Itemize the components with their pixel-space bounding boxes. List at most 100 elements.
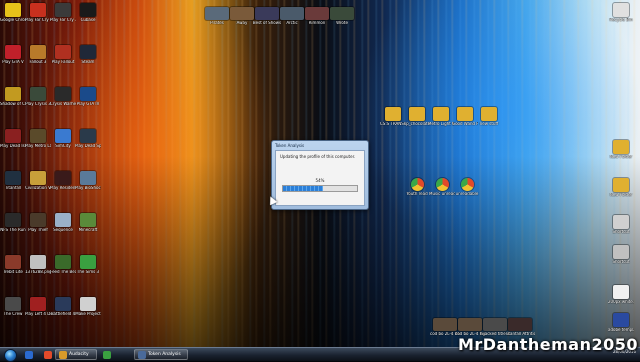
desktop-icon-label: Play Metro Last Light [25, 144, 51, 148]
taskbar-item[interactable]: Token Analysis [134, 349, 188, 360]
app-icon [460, 178, 474, 191]
app-icon [255, 7, 279, 20]
desktop-icon[interactable]: The Crew [0, 297, 26, 317]
start-button[interactable] [4, 349, 17, 362]
desktop-icon[interactable]: Titanfall [0, 171, 26, 191]
desktop-icon[interactable]: Play Fallout [50, 45, 76, 65]
app-icon [613, 178, 629, 192]
app-icon [5, 129, 21, 143]
desktop-icon[interactable]: sp_chocolate [404, 107, 430, 127]
app-icon [483, 318, 507, 331]
desktop-icon[interactable]: Play Left 4 Dead 2 [25, 297, 51, 317]
desktop-icon-label: New Folder [609, 155, 633, 159]
desktop-icon[interactable]: Play Dead Space 2 [75, 129, 101, 149]
desktop-icon[interactable]: Play Dead Island [0, 129, 26, 149]
app-icon [330, 7, 354, 20]
desktop-icon[interactable]: Play GTA V [0, 45, 26, 65]
desktop-icon[interactable]: Metro Light Walk [428, 107, 454, 127]
desktop-icon[interactable]: Sequence [50, 213, 76, 233]
app-icon [80, 297, 96, 311]
app-icon [508, 318, 532, 331]
desktop-icon[interactable]: new stuff [476, 107, 502, 127]
desktop-icon[interactable]: CS:S TRANSFER [380, 107, 406, 127]
desktop-icon-label: Youth read [406, 192, 428, 196]
desktop-icon[interactable]: 1376288.png [25, 255, 51, 275]
desktop-icon[interactable]: Good Wand Robe Wall [452, 107, 478, 127]
desktop-icon[interactable]: Play Far Cry 4 [25, 3, 51, 23]
desktop-icon[interactable]: Play GTA IV [75, 87, 101, 107]
app-icon [30, 3, 46, 17]
desktop-icon-label: sp_chocolate [404, 122, 430, 126]
taskbar-item[interactable] [22, 349, 38, 360]
desktop-icon[interactable]: Shadow of Chernobyl [0, 87, 26, 107]
desktop-icon[interactable]: Play Thief [25, 213, 51, 233]
desktop-icon-label: Play Fallout [51, 60, 75, 64]
desktop-icon-label: 1376288.png [25, 270, 51, 274]
desktop-icon[interactable]: New Folder [608, 178, 634, 198]
app-icon [5, 3, 21, 17]
app-icon [55, 3, 71, 17]
desktop-wallpaper: Token Analysis Updating the profile of t… [0, 0, 640, 347]
app-icon [613, 215, 629, 229]
desktop-icon[interactable]: Google Chrome [0, 3, 26, 23]
desktop-icon[interactable]: Play Metro Last Light [25, 129, 51, 149]
desktop-icon-label: Battlefield 4 [50, 312, 76, 316]
desktop-icon-label: Shadow of Chernobyl [0, 102, 26, 106]
desktop-icon-label: unreadable [455, 192, 479, 196]
desktop-icon[interactable]: Feed The Beast [50, 255, 76, 275]
desktop-icon[interactable]: Titanfall Attrition [505, 318, 535, 337]
taskbar-app-icon [44, 350, 52, 359]
desktop-icon[interactable]: Cubase [75, 3, 101, 23]
desktop-icon[interactable]: Civilization V [25, 171, 51, 191]
app-icon [30, 87, 46, 101]
desktop-icon[interactable]: Make Project [75, 297, 101, 317]
desktop-icon[interactable]: New Folder [608, 140, 634, 160]
desktop-icon[interactable]: Play Far Cry 3 [50, 3, 76, 23]
desktop-icon[interactable]: Shortcut [608, 215, 634, 235]
app-icon [80, 45, 96, 59]
app-icon [457, 107, 473, 121]
desktop-icon[interactable]: Play Resident Evil 5 [50, 171, 76, 191]
desktop-icon[interactable]: SimCity [50, 129, 76, 149]
desktop-icon[interactable]: Wrote [327, 7, 357, 26]
dialog-message: Updating the profile of this computer. [280, 154, 356, 159]
desktop-icon-label: New Folder [609, 193, 633, 197]
desktop-icon[interactable]: unreadable [454, 178, 480, 197]
app-icon [481, 107, 497, 121]
desktop-icon[interactable]: Music unreadable [429, 178, 455, 197]
desktop-icon-label: Minecraft [78, 228, 98, 232]
app-icon [410, 178, 424, 191]
desktop-icon-label: 200px white.png [608, 300, 634, 304]
app-icon [55, 129, 71, 143]
desktop-icon[interactable]: Shortcut [608, 245, 634, 265]
app-icon [280, 7, 304, 20]
taskbar-item[interactable]: Audacity [55, 349, 97, 360]
desktop-icon-label: Play Resident Evil 5 [50, 186, 76, 190]
desktop-icon[interactable]: Trebit Lite [0, 255, 26, 275]
taskbar-item[interactable] [100, 349, 118, 360]
app-icon [55, 171, 71, 185]
desktop-icon[interactable]: The Sims 3 [75, 255, 101, 275]
desktop-icon[interactable]: Steam [75, 45, 101, 65]
taskbar-app-icon [138, 350, 146, 359]
desktop-icon[interactable]: Battlefield 4 [50, 297, 76, 317]
desktop-icon-label: Sequence [53, 228, 73, 232]
desktop-icon-label: Play GTA IV [76, 102, 100, 106]
desktop-icon[interactable]: Youth read [404, 178, 430, 197]
desktop-icon[interactable]: Play Crysis 3 [25, 87, 51, 107]
desktop-icon-label: Shortcut [612, 260, 630, 264]
app-icon [5, 87, 21, 101]
desktop-icon[interactable]: Recycle Bin [608, 3, 634, 23]
desktop-icon[interactable]: NFS The Run [0, 213, 26, 233]
app-icon [30, 129, 46, 143]
desktop-icon[interactable]: 200px white.png [608, 285, 634, 305]
taskbar-item[interactable] [41, 349, 55, 360]
desktop-icon-label: Play Far Cry 3 [50, 18, 76, 22]
desktop-icon[interactable]: Play BioShock [75, 171, 101, 191]
desktop-icon[interactable]: Crysis Warhead [50, 87, 76, 107]
desktop-icon[interactable]: adobe template.psd [608, 313, 634, 333]
desktop-icon[interactable]: Minecraft [75, 213, 101, 233]
progress-bar [282, 185, 358, 192]
app-icon [80, 255, 96, 269]
desktop-icon[interactable]: Fallout 3 [25, 45, 51, 65]
